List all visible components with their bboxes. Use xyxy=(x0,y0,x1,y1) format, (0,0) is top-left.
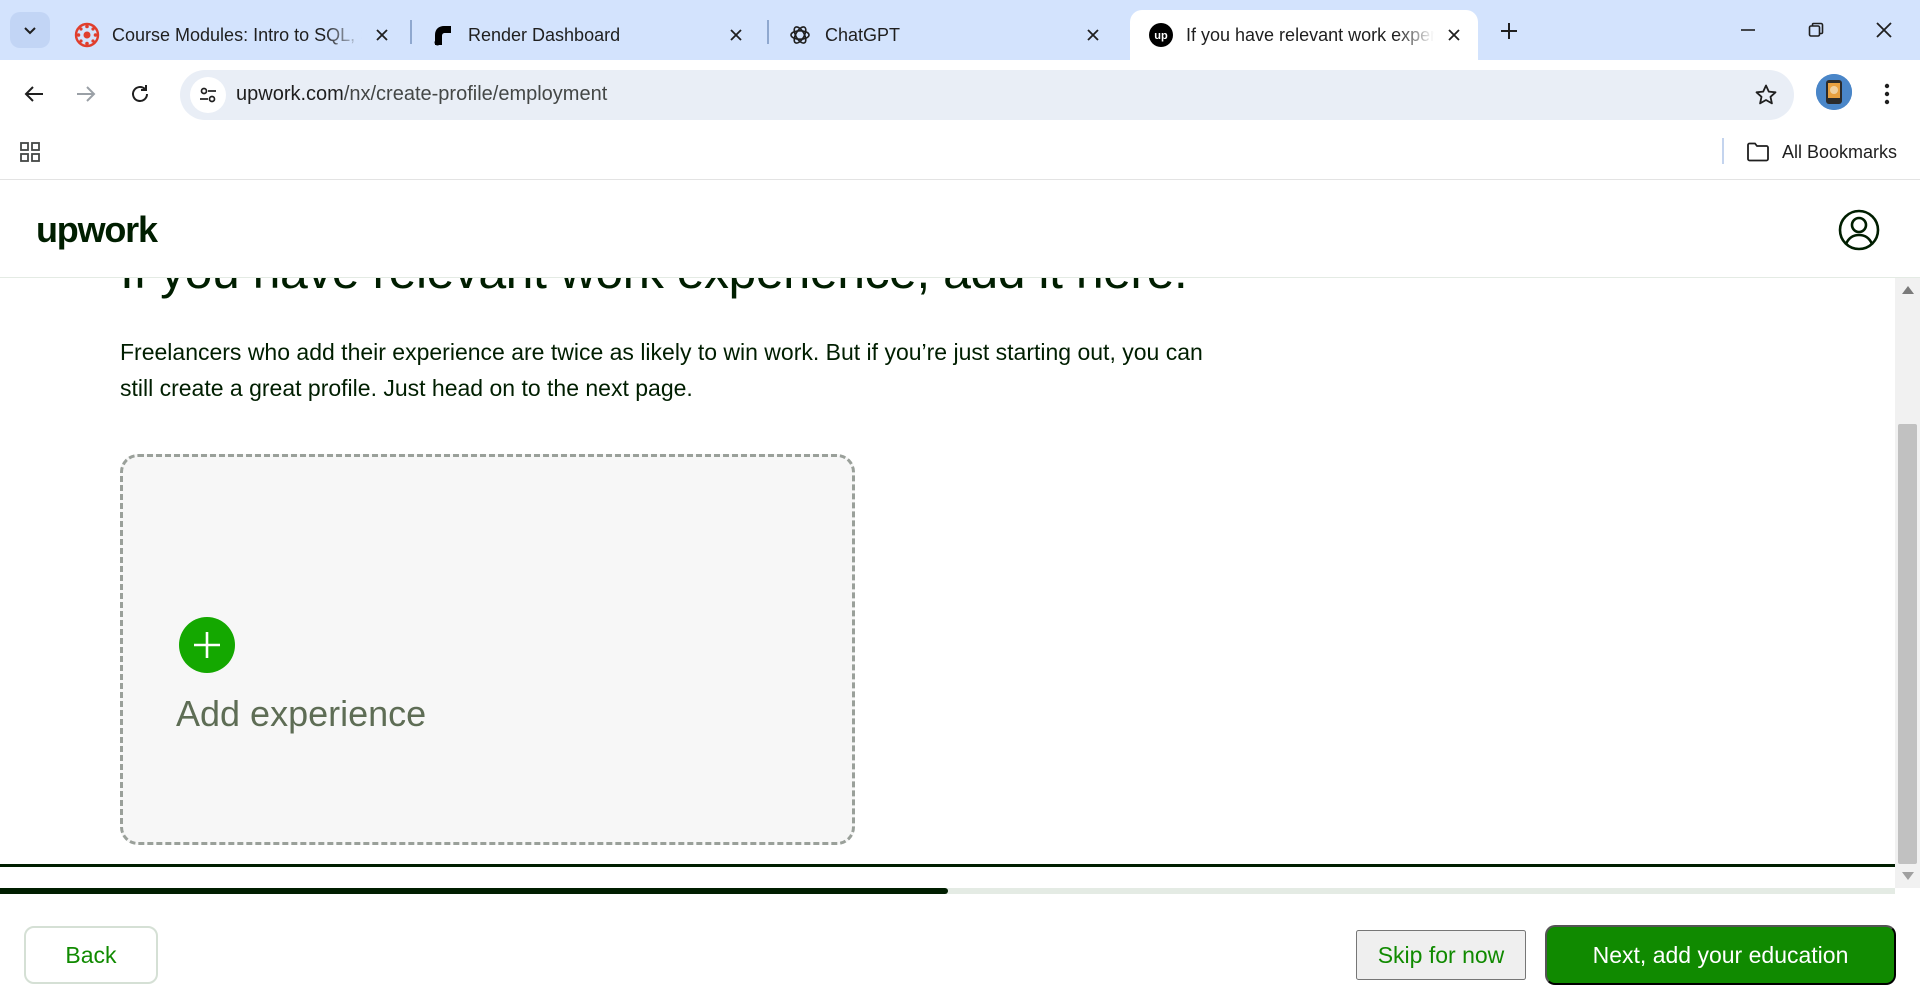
tab-chatgpt[interactable]: ChatGPT xyxy=(769,10,1117,60)
apps-grid-icon xyxy=(20,142,40,162)
folder-icon xyxy=(1746,142,1770,162)
tab-course-modules[interactable]: Course Modules: Intro to SQL, S xyxy=(56,10,406,60)
all-bookmarks-button[interactable]: All Bookmarks xyxy=(1746,136,1897,168)
profile-picture-icon xyxy=(1816,74,1852,110)
upwork-logo-icon: up xyxy=(1148,22,1174,48)
site-info-button[interactable] xyxy=(190,77,226,113)
canvas-lms-icon xyxy=(74,22,100,48)
add-experience-plus-button[interactable] xyxy=(179,617,235,673)
more-vertical-icon xyxy=(1884,83,1890,105)
back-button[interactable]: Back xyxy=(24,926,158,984)
new-tab-button[interactable] xyxy=(1492,14,1526,48)
minimize-button[interactable] xyxy=(1718,8,1778,52)
upwork-logo[interactable]: upwork xyxy=(36,209,158,251)
tab-title: ChatGPT xyxy=(825,24,901,45)
scroll-up-arrow-icon[interactable] xyxy=(1902,286,1914,294)
reload-button[interactable] xyxy=(120,74,160,114)
bookmark-star-button[interactable] xyxy=(1752,81,1780,109)
all-bookmarks-label: All Bookmarks xyxy=(1782,141,1898,162)
chevron-down-icon xyxy=(24,27,36,35)
browser-toolbar: upwork.com/nx/create-profile/employment xyxy=(0,60,1920,128)
close-icon xyxy=(1876,22,1892,38)
scrollbar-thumb[interactable] xyxy=(1898,424,1917,864)
url-domain: upwork.com xyxy=(236,83,344,105)
svg-text:up: up xyxy=(1154,30,1168,42)
skip-for-now-button[interactable]: Skip for now xyxy=(1356,930,1526,980)
tab-upwork-active[interactable]: up If you have relevant work experi xyxy=(1130,10,1478,60)
add-experience-label: Add experience xyxy=(176,693,427,734)
scroll-down-arrow-icon[interactable] xyxy=(1902,872,1914,880)
url-text[interactable]: upwork.com/nx/create-profile/employment xyxy=(236,83,607,106)
close-window-button[interactable] xyxy=(1854,8,1914,52)
profile-avatar-button[interactable] xyxy=(1816,74,1852,110)
tab-title: If you have relevant work experi xyxy=(1186,24,1434,45)
back-nav-button[interactable] xyxy=(14,74,54,114)
forward-nav-button[interactable] xyxy=(66,74,106,114)
minimize-icon xyxy=(1741,29,1755,31)
close-icon[interactable] xyxy=(1440,21,1468,49)
close-icon[interactable] xyxy=(1079,21,1107,49)
tab-render-dashboard[interactable]: Render Dashboard xyxy=(412,10,760,60)
address-bar[interactable]: upwork.com/nx/create-profile/employment xyxy=(180,70,1794,120)
reload-icon xyxy=(132,85,148,102)
plus-icon xyxy=(194,632,220,658)
arrow-right-icon xyxy=(77,86,96,102)
browser-menu-button[interactable] xyxy=(1872,74,1902,114)
upwork-header: upwork xyxy=(0,181,1920,278)
main-content: If you have relevant work experience, ad… xyxy=(0,278,1895,866)
star-icon xyxy=(1755,84,1777,105)
restore-button[interactable] xyxy=(1786,8,1846,52)
footer-divider xyxy=(0,864,1895,867)
bookmarks-divider xyxy=(1722,138,1724,164)
tab-title: Render Dashboard xyxy=(468,24,621,45)
page-scrollbar[interactable] xyxy=(1895,278,1920,888)
url-path: /nx/create-profile/employment xyxy=(343,83,608,105)
restore-icon xyxy=(1808,22,1824,37)
progress-bar-fill xyxy=(0,888,948,894)
openai-logo-icon xyxy=(787,22,813,48)
next-add-education-button[interactable]: Next, add your education xyxy=(1545,925,1896,985)
page-description: Freelancers who add their experience are… xyxy=(120,339,1203,401)
tune-icon xyxy=(200,87,216,103)
tab-title: Course Modules: Intro to SQL, S xyxy=(112,24,362,45)
close-icon[interactable] xyxy=(722,21,750,49)
render-logo-icon xyxy=(430,22,456,48)
onboarding-progress-bar xyxy=(0,888,1895,894)
close-icon[interactable] xyxy=(368,21,396,49)
add-experience-card[interactable]: Add experience xyxy=(120,454,855,845)
apps-button[interactable] xyxy=(16,138,44,166)
arrow-left-icon xyxy=(24,86,43,102)
tab-search-button[interactable] xyxy=(10,12,50,48)
page-title: If you have relevant work experience, ad… xyxy=(120,278,1188,300)
browser-tab-strip: Course Modules: Intro to SQL, S Render D… xyxy=(0,0,1920,60)
user-account-icon[interactable] xyxy=(1838,209,1880,251)
plus-icon xyxy=(1501,23,1517,39)
bookmarks-bar: All Bookmarks xyxy=(0,128,1920,180)
